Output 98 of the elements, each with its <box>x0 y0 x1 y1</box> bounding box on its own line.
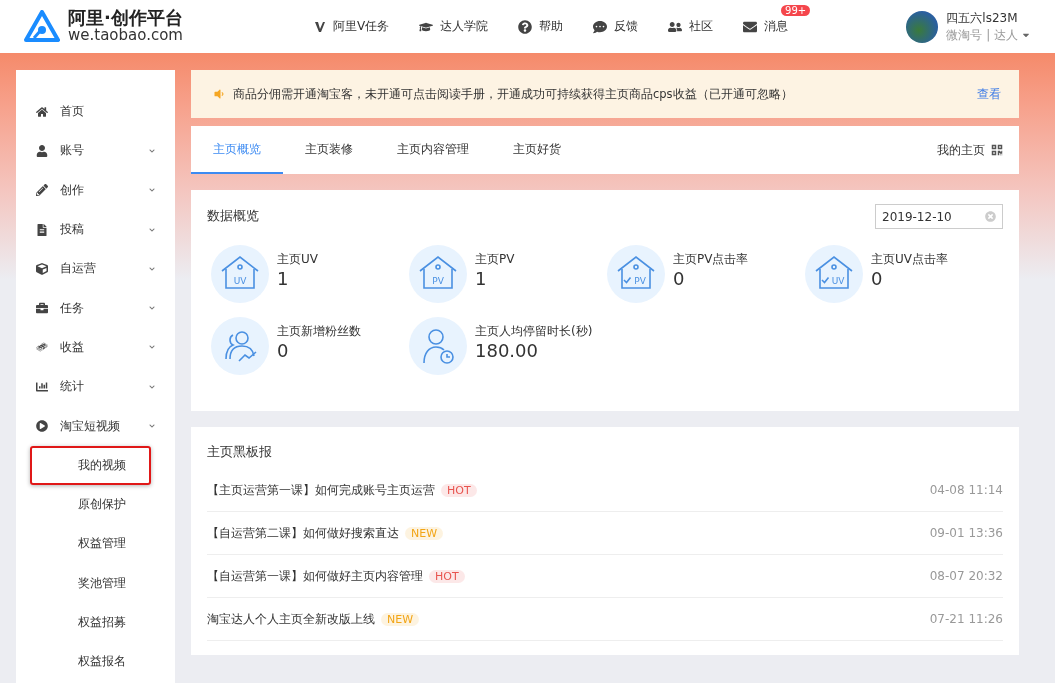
chart-icon <box>36 380 48 393</box>
house-icon: UV <box>211 245 269 303</box>
logo-icon <box>24 10 60 43</box>
stat-label: 主页PV点击率 <box>673 251 749 268</box>
nav-label: 消息 <box>764 18 789 35</box>
nav-link[interactable]: 达人学院 <box>419 18 489 35</box>
users-icon <box>668 19 683 34</box>
stat-label: 主页UV点击率 <box>871 251 948 268</box>
sidebar-item[interactable]: 统计 <box>16 367 175 407</box>
user-role: 微淘号 | 达人 <box>946 26 1018 43</box>
tab[interactable]: 主页装修 <box>283 126 375 174</box>
stat-label: 主页人均停留时长(秒) <box>475 323 593 340</box>
card-title: 主页黑板报 <box>207 444 272 459</box>
nav-label: 反馈 <box>614 18 639 35</box>
user-name: 四五六ls23M <box>946 10 1019 27</box>
card-title: 数据概览 <box>207 208 259 225</box>
help-icon <box>518 19 533 34</box>
stat-label: 主页UV <box>277 251 318 268</box>
sidebar-item[interactable]: 任务 <box>16 288 175 328</box>
cube-icon <box>36 262 48 275</box>
article-time: 04-08 11:14 <box>929 483 1003 497</box>
stat-value: 1 <box>475 268 488 289</box>
sidebar-label: 淘宝短视频 <box>60 417 121 435</box>
my-homepage-link[interactable]: 我的主页 <box>937 126 1003 174</box>
speaker-icon <box>213 88 225 100</box>
date-field[interactable]: 2019-12-10 <box>875 204 1003 229</box>
envelope-icon <box>743 19 758 34</box>
video-icon <box>36 420 48 432</box>
article-link[interactable]: 淘宝达人个人主页全新改版上线 <box>207 610 375 628</box>
sidebar-item[interactable]: 首页 <box>16 92 175 132</box>
sidebar-label: 账号 <box>60 142 85 160</box>
article-time: 09-01 13:36 <box>929 526 1003 540</box>
notice-text: 商品分佣需开通淘宝客，未开通可点击阅读手册，开通成功可持续获得主页商品cps收益（已开通可忽略） <box>233 86 794 102</box>
count-badge: 99+ <box>781 5 811 16</box>
tab[interactable]: 主页内容管理 <box>375 126 491 174</box>
user-icon <box>36 144 48 157</box>
sidebar-subitem[interactable]: 奖池管理 <box>30 563 151 603</box>
sidebar-label: 任务 <box>60 299 85 317</box>
article-link[interactable]: 【自运营第一课】如何做好主页内容管理 <box>207 567 423 585</box>
tab[interactable]: 主页概览 <box>191 126 283 174</box>
home-icon <box>36 105 48 118</box>
nav-link[interactable]: 帮助 <box>518 18 564 35</box>
comment-icon <box>593 19 608 34</box>
house-icon: PV <box>409 245 467 303</box>
sidebar-item[interactable]: 淘宝短视频 <box>16 406 175 446</box>
nav-label: 阿里V任务 <box>333 18 390 35</box>
sidebar-label: 自运营 <box>60 260 97 278</box>
sidebar-label: 创作 <box>60 181 85 199</box>
house-icon: UV <box>805 245 863 303</box>
nav-link[interactable]: 阿里V任务 <box>314 18 390 35</box>
sidebar-item[interactable]: 自运营 <box>16 249 175 289</box>
article-tag: HOT <box>429 569 465 583</box>
article-tag: NEW <box>405 526 444 540</box>
article-link[interactable]: 【自运营第二课】如何做好搜索直达 <box>207 524 399 542</box>
v-icon <box>314 20 326 33</box>
tab[interactable]: 主页好货 <box>491 126 583 174</box>
logo-title: 阿里·创作平台 <box>68 9 183 29</box>
sidebar-item[interactable]: 投稿 <box>16 209 175 250</box>
sidebar-label: 首页 <box>60 103 85 121</box>
stat-value: 0 <box>277 340 290 361</box>
sidebar-item[interactable]: 创作 <box>16 170 175 210</box>
people-chart-icon <box>211 317 269 375</box>
sidebar-label: 统计 <box>60 378 85 396</box>
qr-code-icon <box>991 144 1003 156</box>
house-icon: PV <box>607 245 665 303</box>
stat-value: 180.00 <box>475 340 539 361</box>
stat-value: 1 <box>277 268 290 289</box>
nav-label: 社区 <box>689 18 714 35</box>
stat-label: 主页PV <box>475 251 515 268</box>
article-link[interactable]: 【主页运营第一课】如何完成账号主页运营 <box>207 481 435 499</box>
article-tag: NEW <box>381 612 420 626</box>
article-time: 07-21 11:26 <box>929 612 1003 626</box>
sidebar-subitem[interactable]: 权益报名 <box>30 642 151 682</box>
money-icon <box>36 341 48 354</box>
logo-domain: we.taobao.com <box>68 28 183 44</box>
article-time: 08-07 20:32 <box>929 569 1003 583</box>
file-icon <box>36 223 48 236</box>
pencil-icon <box>36 184 48 197</box>
sidebar-subitem[interactable]: 原创保护 <box>30 484 151 525</box>
view-link[interactable]: 查看 <box>977 85 1001 103</box>
nav-label: 帮助 <box>539 18 564 35</box>
sidebar-subitem[interactable]: 我的视频 <box>30 445 151 485</box>
nav-label: 达人学院 <box>440 18 489 35</box>
sidebar-subitem[interactable]: 权益管理 <box>30 524 151 564</box>
nav-link[interactable]: 反馈 <box>593 18 639 35</box>
stat-label: 主页新增粉丝数 <box>277 323 361 340</box>
sidebar-label: 收益 <box>60 338 85 356</box>
stat-value: 0 <box>871 268 884 289</box>
person-clock-icon <box>409 317 467 375</box>
stat-value: 0 <box>673 268 686 289</box>
briefcase-icon <box>36 302 48 315</box>
sidebar-subitem[interactable]: 权益招募 <box>30 602 151 643</box>
article-tag: HOT <box>441 483 477 497</box>
sidebar-item[interactable]: 收益 <box>16 327 175 368</box>
nav-link[interactable]: 社区 <box>668 18 714 35</box>
sidebar-item[interactable]: 账号 <box>16 131 175 171</box>
sidebar-label: 投稿 <box>60 221 85 239</box>
avatar[interactable] <box>906 10 939 43</box>
